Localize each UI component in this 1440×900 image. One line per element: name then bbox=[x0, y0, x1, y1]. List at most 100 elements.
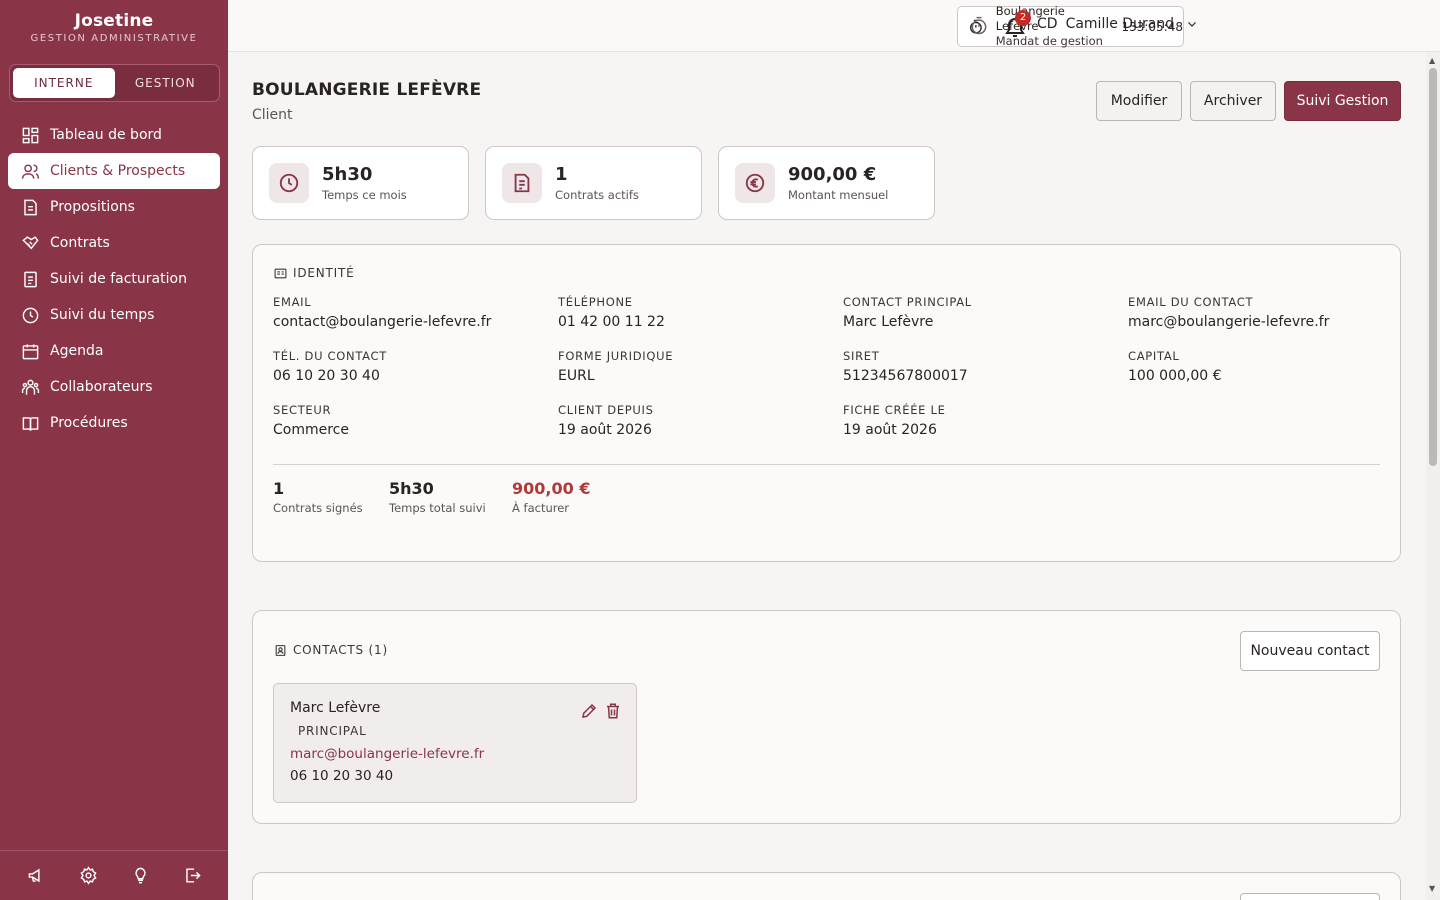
sidebar-item-clients-prospects[interactable]: Clients & Prospects bbox=[8, 153, 220, 189]
summary-value: 1 bbox=[273, 479, 285, 498]
settings-icon[interactable] bbox=[76, 864, 100, 888]
topbar: Boulangerie Lefèvre Mandat de gestion 13… bbox=[228, 0, 1440, 52]
field-value: Commerce bbox=[273, 422, 349, 438]
field-value: 06 10 20 30 40 bbox=[273, 368, 380, 384]
contact-phone: 06 10 20 30 40 bbox=[290, 768, 394, 784]
page-title: BOULANGERIE LEFÈVRE bbox=[252, 80, 482, 100]
field-tel-contact: TÉL. DU CONTACT 06 10 20 30 40 bbox=[273, 349, 543, 384]
clock-icon bbox=[20, 305, 40, 325]
sidebar-item-label: Collaborateurs bbox=[50, 379, 153, 395]
team-icon bbox=[20, 377, 40, 397]
summary-value: 900,00 € bbox=[512, 479, 591, 498]
field-value: EURL bbox=[558, 368, 595, 384]
invoice-icon bbox=[20, 269, 40, 289]
sidebar-item-suivi-facturation[interactable]: Suivi de facturation bbox=[8, 261, 220, 297]
summary-time: 5h30 Temps total suivi bbox=[389, 479, 486, 515]
lightbulb-icon[interactable] bbox=[128, 864, 152, 888]
scroll-thumb[interactable] bbox=[1429, 68, 1437, 466]
stat-label: Temps ce mois bbox=[322, 188, 407, 202]
stat-card-contracts: 1 Contrats actifs bbox=[485, 146, 702, 220]
field-label: SIRET bbox=[843, 349, 880, 363]
field-telephone: TÉLÉPHONE 01 42 00 11 22 bbox=[558, 295, 828, 330]
archive-button[interactable]: Archiver bbox=[1190, 81, 1276, 121]
field-value: contact@boulangerie-lefevre.fr bbox=[273, 314, 492, 330]
summary-label: À facturer bbox=[512, 501, 570, 515]
summary-contracts: 1 Contrats signés bbox=[273, 479, 363, 515]
sidebar-item-agenda[interactable]: Agenda bbox=[8, 333, 220, 369]
sidebar-item-propositions[interactable]: Propositions bbox=[8, 189, 220, 225]
page-scrollbar[interactable]: ▲ ▼ bbox=[1426, 52, 1440, 900]
next-panel-button[interactable] bbox=[1240, 893, 1380, 900]
identity-panel: IDENTITÉ EMAIL contact@boulangerie-lefev… bbox=[252, 244, 1401, 562]
handshake-icon bbox=[20, 233, 40, 253]
sidebar-footer bbox=[0, 850, 228, 900]
document-icon bbox=[20, 197, 40, 217]
chevron-down-icon bbox=[1188, 22, 1196, 27]
dashboard-icon bbox=[20, 125, 40, 145]
brand: Josetine GESTION ADMINISTRATIVE bbox=[0, 0, 228, 44]
field-capital: CAPITAL 100 000,00 € bbox=[1128, 349, 1398, 384]
stat-card-time: 5h30 Temps ce mois bbox=[252, 146, 469, 220]
field-label: FICHE CRÉÉE LE bbox=[843, 403, 946, 417]
contact-actions bbox=[580, 702, 622, 720]
field-value: 51234567800017 bbox=[843, 368, 968, 384]
scroll-up-arrow[interactable]: ▲ bbox=[1429, 56, 1435, 65]
trash-icon[interactable] bbox=[604, 702, 622, 720]
field-value: 100 000,00 € bbox=[1128, 368, 1222, 384]
mode-interne-button[interactable]: INTERNE bbox=[13, 68, 115, 98]
mode-toggle: INTERNE GESTION bbox=[9, 64, 220, 102]
scroll-down-arrow[interactable]: ▼ bbox=[1429, 884, 1435, 893]
mode-gestion-button[interactable]: GESTION bbox=[115, 68, 217, 98]
sidebar: Josetine GESTION ADMINISTRATIVE INTERNE … bbox=[0, 0, 228, 900]
sidebar-item-procedures[interactable]: Procédures bbox=[8, 405, 220, 441]
avatar: CD bbox=[1037, 16, 1058, 32]
next-panel bbox=[252, 872, 1401, 900]
field-label: SECTEUR bbox=[273, 403, 332, 417]
sidebar-item-label: Procédures bbox=[50, 415, 128, 431]
edit-button[interactable]: Modifier bbox=[1096, 81, 1182, 121]
sidebar-nav: Tableau de bord Clients & Prospects Prop… bbox=[8, 117, 220, 441]
contacts-panel: CONTACTS (1) Nouveau contact Marc Lefèvr… bbox=[252, 610, 1401, 824]
field-value: 19 août 2026 bbox=[558, 422, 652, 438]
suivi-gestion-button[interactable]: Suivi Gestion bbox=[1284, 81, 1401, 121]
field-email: EMAIL contact@boulangerie-lefevre.fr bbox=[273, 295, 543, 330]
field-contact-principal: CONTACT PRINCIPAL Marc Lefèvre bbox=[843, 295, 1113, 330]
logout-icon[interactable] bbox=[180, 864, 204, 888]
euro-icon bbox=[735, 163, 775, 203]
stat-label: Montant mensuel bbox=[788, 188, 889, 202]
contact-book-icon bbox=[275, 644, 286, 656]
sidebar-item-tableau-de-bord[interactable]: Tableau de bord bbox=[8, 117, 220, 153]
users-icon bbox=[20, 161, 40, 181]
new-contact-button[interactable]: Nouveau contact bbox=[1240, 631, 1380, 671]
notification-badge: 2 bbox=[1015, 10, 1031, 26]
sidebar-item-label: Contrats bbox=[50, 235, 110, 251]
summary-label: Contrats signés bbox=[273, 501, 363, 515]
sidebar-item-label: Suivi de facturation bbox=[50, 271, 187, 287]
book-icon bbox=[20, 413, 40, 433]
field-value: Marc Lefèvre bbox=[843, 314, 934, 330]
field-value: 01 42 00 11 22 bbox=[558, 314, 665, 330]
stat-value: 1 bbox=[555, 164, 568, 185]
sidebar-item-collaborateurs[interactable]: Collaborateurs bbox=[8, 369, 220, 405]
user-menu[interactable]: CD Camille Durand bbox=[1037, 16, 1198, 32]
brand-name: Josetine bbox=[74, 11, 154, 31]
id-card-icon bbox=[274, 268, 287, 278]
field-label: EMAIL bbox=[273, 295, 312, 309]
stat-value: 5h30 bbox=[322, 164, 373, 185]
sidebar-item-label: Propositions bbox=[50, 199, 135, 215]
sidebar-item-contrats[interactable]: Contrats bbox=[8, 225, 220, 261]
contacts-heading-label: CONTACTS (1) bbox=[293, 643, 388, 657]
sidebar-item-suivi-temps[interactable]: Suivi du temps bbox=[8, 297, 220, 333]
contact-email-link[interactable]: marc@boulangerie-lefevre.fr bbox=[290, 746, 620, 762]
edit-icon[interactable] bbox=[580, 702, 598, 720]
calendar-icon bbox=[20, 341, 40, 361]
identity-heading: IDENTITÉ bbox=[274, 266, 355, 280]
stopwatch-icon[interactable] bbox=[969, 16, 989, 36]
megaphone-icon[interactable] bbox=[24, 864, 48, 888]
summary-value: 5h30 bbox=[389, 479, 434, 498]
brand-subtitle: GESTION ADMINISTRATIVE bbox=[30, 33, 198, 44]
contacts-heading: CONTACTS (1) bbox=[274, 643, 388, 657]
sidebar-item-label: Suivi du temps bbox=[50, 307, 155, 323]
stat-label: Contrats actifs bbox=[555, 188, 639, 202]
field-label: CAPITAL bbox=[1128, 349, 1180, 363]
